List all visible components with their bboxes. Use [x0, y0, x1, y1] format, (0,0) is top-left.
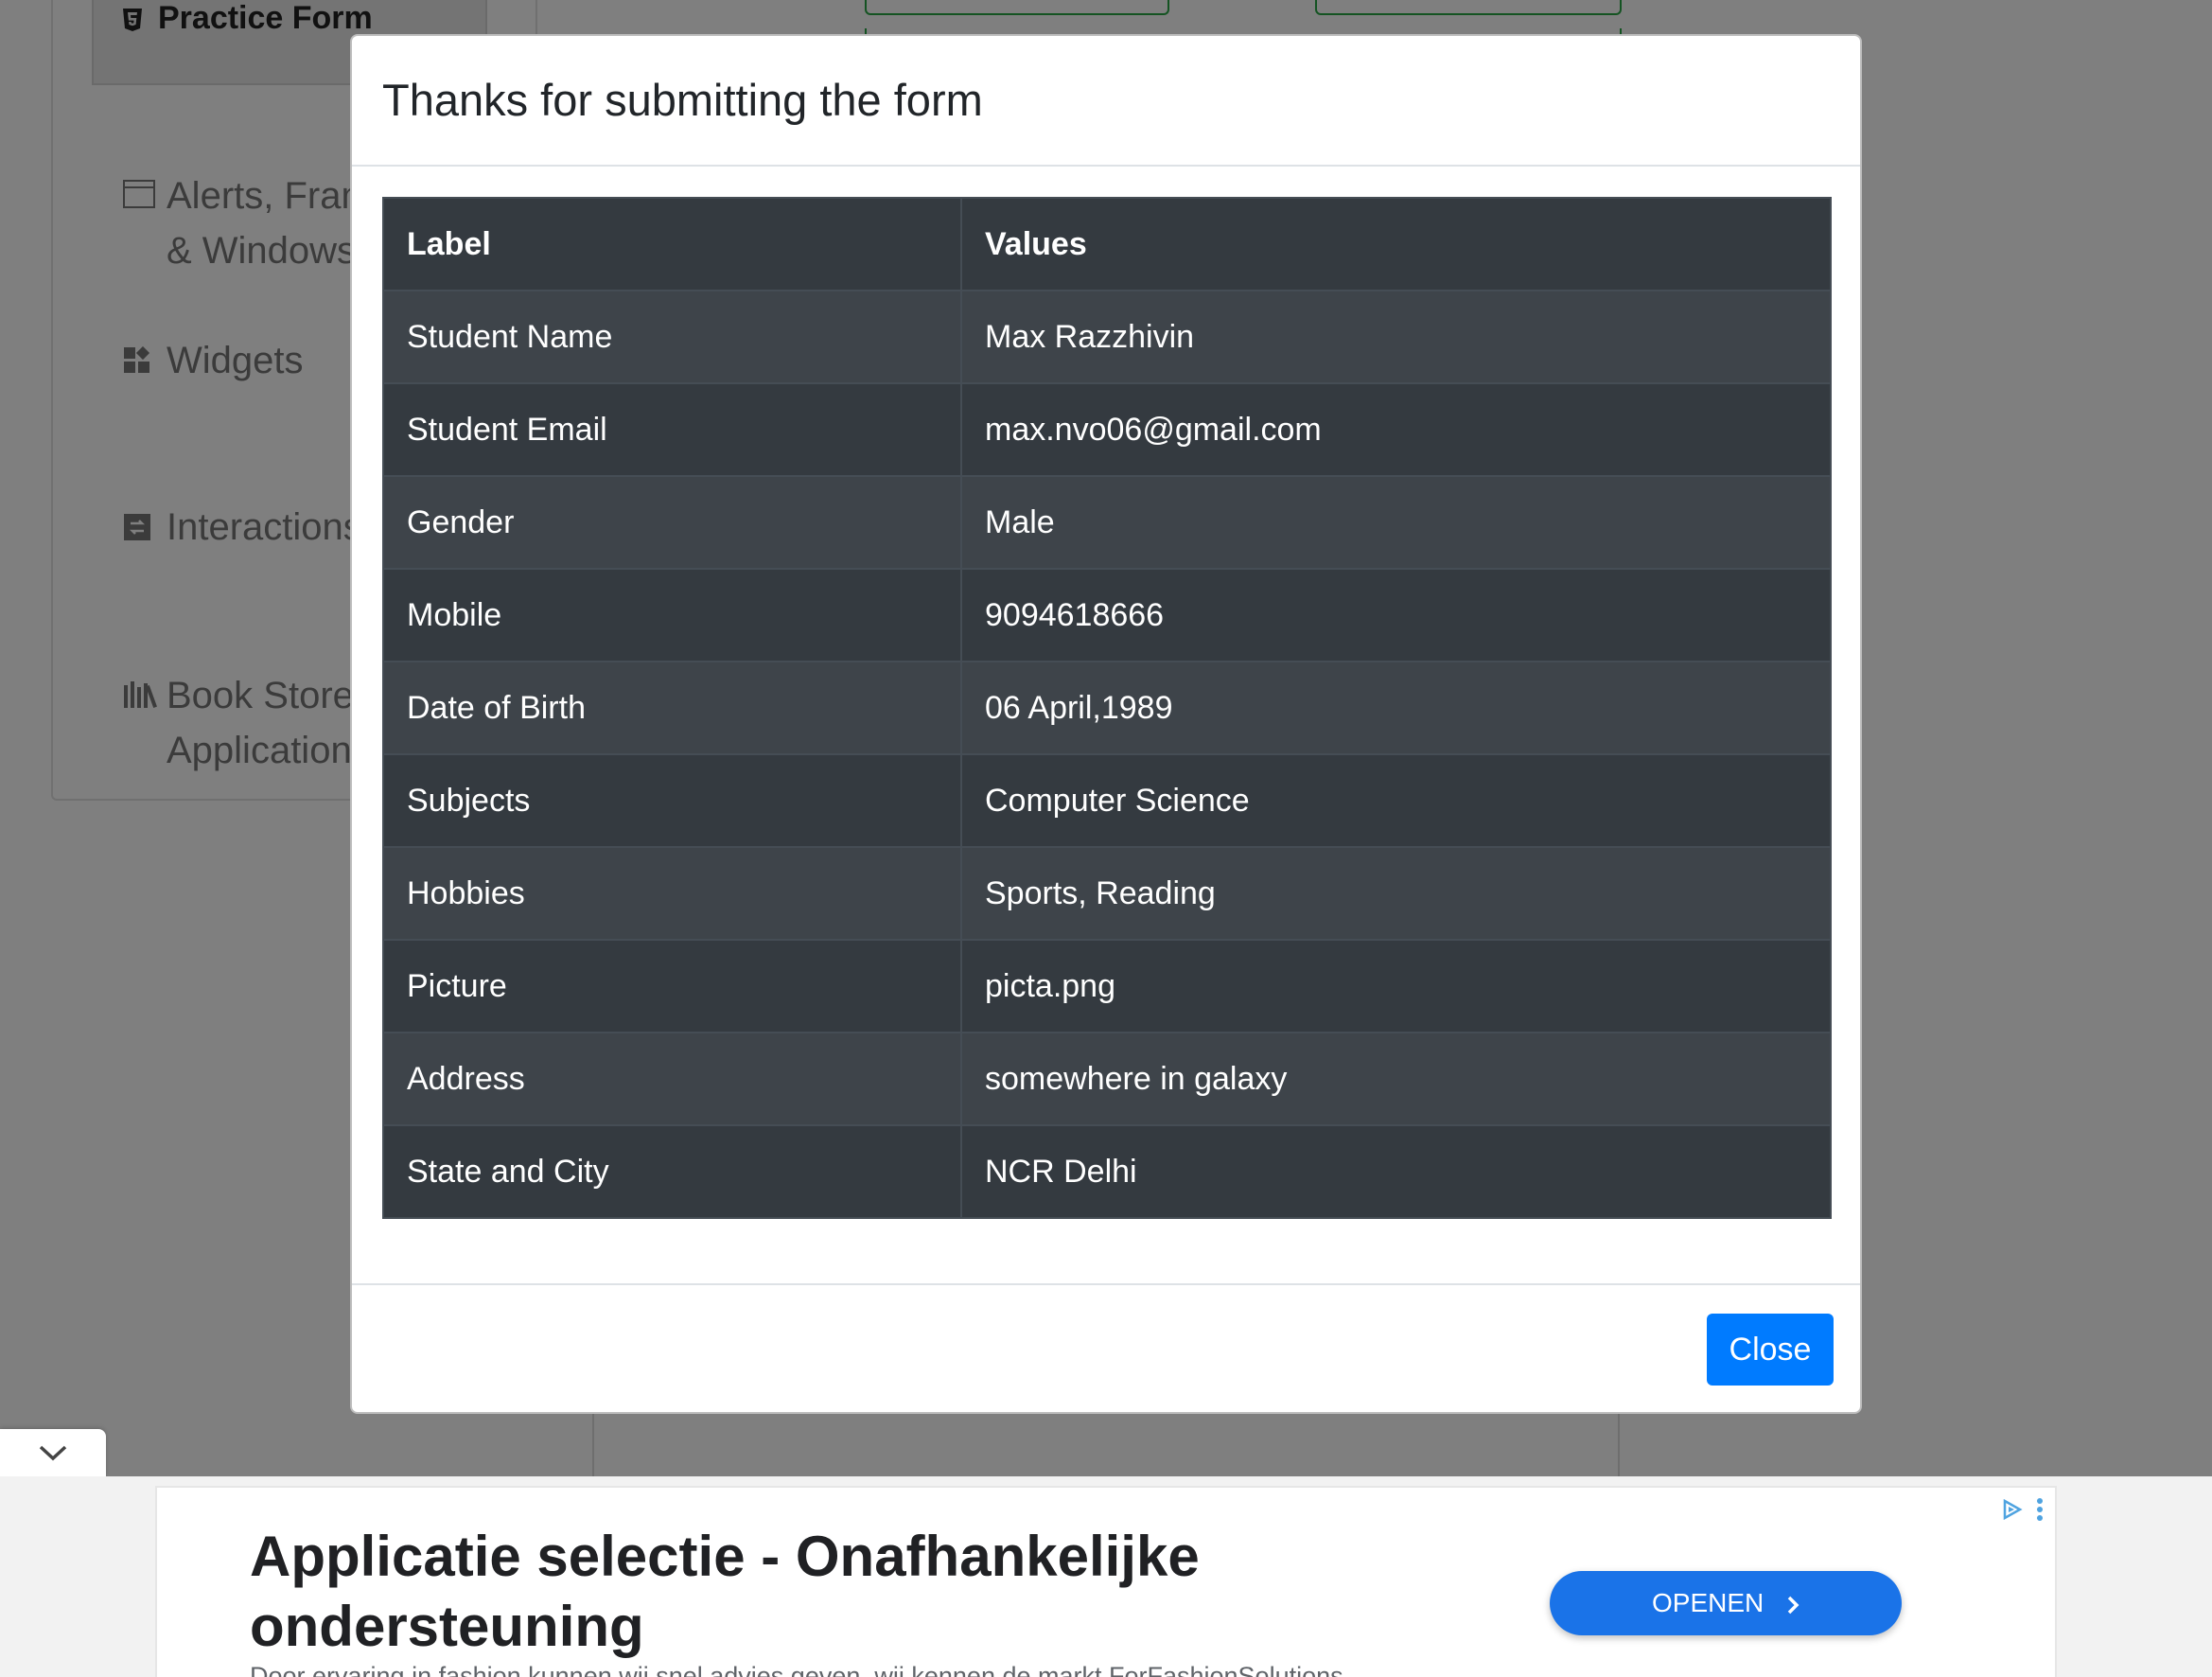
row-value: Male — [960, 475, 1831, 569]
chevron-down-icon — [39, 1445, 67, 1461]
column-header-label: Label — [407, 225, 491, 262]
close-button[interactable]: Close — [1707, 1314, 1834, 1386]
row-label: Hobbies — [383, 846, 961, 940]
row-label: Student Email — [383, 382, 961, 476]
modal-title: Thanks for submitting the form — [382, 75, 983, 125]
row-label: Date of Birth — [383, 661, 961, 754]
ad-collapse-tab[interactable] — [0, 1429, 106, 1478]
row-value: Max Razzhivin — [960, 290, 1831, 383]
row-label: Mobile — [383, 568, 961, 662]
table-row: Date of Birth 06 April,1989 — [383, 661, 1831, 754]
table-row: Student Email max.nvo06@gmail.com — [383, 382, 1831, 476]
modal-header-divider — [352, 165, 1860, 167]
table-row: Mobile 9094618666 — [383, 568, 1831, 662]
table-row: Student Name Max Razzhivin — [383, 290, 1831, 383]
table-row: Picture picta.png — [383, 939, 1831, 1033]
modal-footer-divider — [352, 1283, 1860, 1285]
table-row: State and City NCR Delhi — [383, 1124, 1831, 1218]
submission-modal: Thanks for submitting the form Label Val… — [350, 34, 1862, 1414]
row-value: 9094618666 — [960, 568, 1831, 662]
row-value: Sports, Reading — [960, 846, 1831, 940]
table-row: Hobbies Sports, Reading — [383, 846, 1831, 940]
row-value: somewhere in galaxy — [960, 1032, 1831, 1125]
results-table: Label Values Student Name Max Razzhivin … — [382, 197, 1832, 1219]
table-row: Gender Male — [383, 475, 1831, 569]
table-row: Subjects Computer Science — [383, 753, 1831, 847]
chevron-right-icon — [1787, 1596, 1799, 1614]
ad-choices-icon[interactable] — [2002, 1499, 2023, 1520]
row-label: Student Name — [383, 290, 961, 383]
ad-banner: Applicatie selectie - Onafhankelijke ond… — [0, 1476, 2212, 1677]
table-header-row: Label Values — [383, 198, 1831, 291]
table-row: Address somewhere in galaxy — [383, 1032, 1831, 1125]
ad-description[interactable]: Door ervaring in fashion kunnen wij snel… — [250, 1662, 1669, 1677]
ad-open-label: OPENEN — [1651, 1588, 1764, 1617]
row-label: Subjects — [383, 753, 961, 847]
more-options-icon[interactable] — [2036, 1497, 2044, 1522]
row-value: picta.png — [960, 939, 1831, 1033]
row-value: max.nvo06@gmail.com — [960, 382, 1831, 476]
column-header-values: Values — [960, 198, 1831, 291]
row-value: Computer Science — [960, 753, 1831, 847]
ad-title[interactable]: Applicatie selectie - Onafhankelijke ond… — [250, 1522, 1385, 1662]
row-label: Picture — [383, 939, 961, 1033]
row-value: NCR Delhi — [960, 1124, 1831, 1218]
ad-open-button[interactable]: OPENEN — [1550, 1571, 1902, 1635]
row-value: 06 April,1989 — [960, 661, 1831, 754]
row-label: Gender — [383, 475, 961, 569]
ad-card[interactable]: Applicatie selectie - Onafhankelijke ond… — [155, 1486, 2057, 1677]
row-label: Address — [383, 1032, 961, 1125]
row-label: State and City — [383, 1124, 961, 1218]
